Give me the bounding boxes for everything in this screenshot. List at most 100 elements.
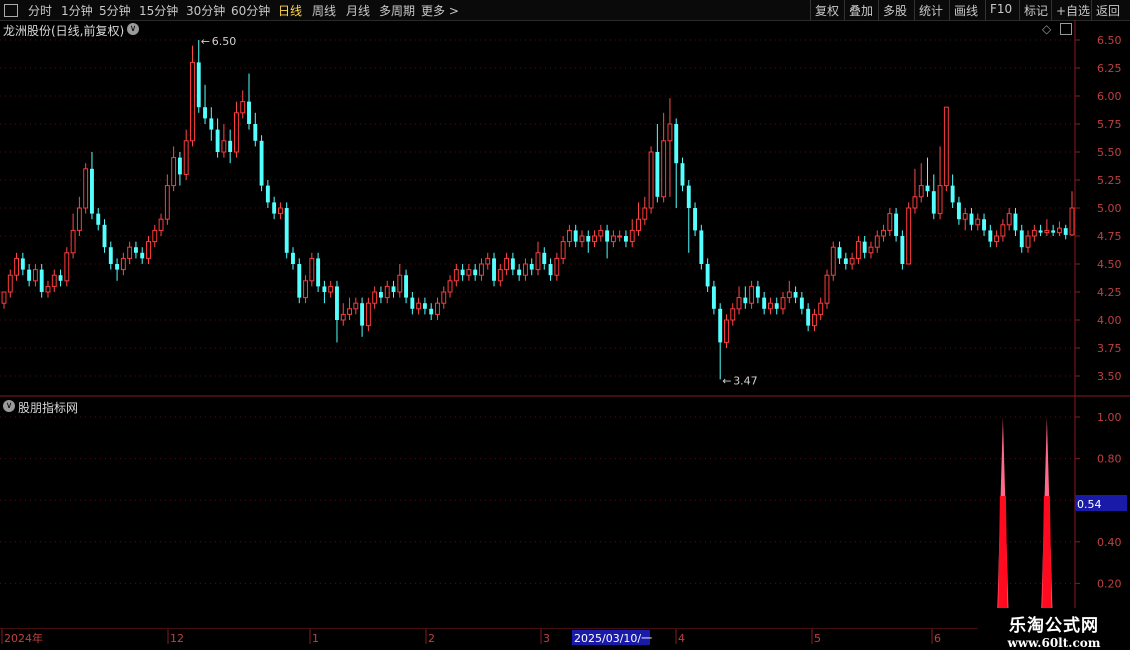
time-axis[interactable]: 2024年 12 1 2 3 4 5 6 2025/03/10/一 <box>0 628 1130 650</box>
candle <box>422 297 427 315</box>
indicator-tick-label: 1.00 <box>1097 411 1122 424</box>
candle <box>610 230 616 248</box>
candle <box>624 230 628 248</box>
toolbar-action-0[interactable]: 复权 <box>815 2 839 19</box>
candle <box>51 269 57 292</box>
period-tab-8[interactable]: 月线 <box>346 2 370 19</box>
candle <box>127 241 133 264</box>
candle <box>7 269 13 298</box>
candle <box>303 275 309 304</box>
candle <box>1013 208 1018 236</box>
candle <box>1 291 7 309</box>
high-label: 6.50 <box>212 35 237 48</box>
candle <box>497 264 503 287</box>
indicator-chart[interactable]: 1.000.800.600.400.20 0.54 <box>0 397 1130 628</box>
toolbar-action-8[interactable]: 返回 <box>1096 2 1120 19</box>
candle <box>1006 208 1012 231</box>
watermark: 乐淘公式网 www.60lt.com <box>978 608 1130 650</box>
candle <box>767 297 773 315</box>
time-label: 12 <box>170 632 184 645</box>
candle <box>460 264 465 281</box>
candle <box>667 98 673 197</box>
candle <box>881 224 886 242</box>
toolbar-separator <box>1091 0 1092 20</box>
candle <box>215 118 220 158</box>
toolbar: 分时 1分钟 5分钟 15分钟 30分钟 60分钟 日线 周线 月线 多周期 更多 > 复权 叠加 多股统… <box>0 0 1130 21</box>
candle <box>209 107 214 141</box>
candle <box>158 213 164 236</box>
candle <box>918 163 924 203</box>
candle <box>1056 221 1062 236</box>
candle <box>982 213 986 236</box>
candle <box>824 269 830 309</box>
toolbar-action-2[interactable]: 多股 <box>883 2 907 19</box>
candle <box>247 73 251 130</box>
candle <box>64 247 70 287</box>
time-label: 3 <box>543 632 550 645</box>
period-tab-7[interactable]: 周线 <box>312 2 336 19</box>
candle <box>316 252 321 292</box>
toolbar-action-6[interactable]: 标记 <box>1024 2 1048 19</box>
candle <box>177 152 182 186</box>
candle <box>284 202 289 259</box>
toolbar-action-4[interactable]: 画线 <box>954 2 978 19</box>
menu-icon[interactable] <box>4 4 18 17</box>
candle <box>629 219 635 248</box>
candle <box>686 180 691 253</box>
period-tab-4[interactable]: 30分钟 <box>186 2 225 19</box>
candle <box>743 286 748 309</box>
candle <box>522 258 528 281</box>
period-tab-1[interactable]: 1分钟 <box>61 2 93 19</box>
toolbar-action-7[interactable]: +自选 <box>1056 2 1090 19</box>
candle <box>711 280 716 315</box>
toolbar-separator <box>914 0 915 20</box>
price-tick-label: 6.50 <box>1097 34 1122 47</box>
candle <box>404 269 409 304</box>
candle <box>146 236 151 264</box>
indicator-value: 0.54 <box>1077 498 1102 511</box>
candle <box>133 241 138 259</box>
candle <box>874 230 880 253</box>
toolbar-action-1[interactable]: 叠加 <box>849 2 873 19</box>
toolbar-action-5[interactable]: F10 <box>990 2 1012 16</box>
period-tab-5[interactable]: 60分钟 <box>231 2 270 19</box>
period-tab-3[interactable]: 15分钟 <box>139 2 178 19</box>
candle <box>661 112 667 203</box>
price-chart[interactable]: 6.50 6.25 6.00 5.75 5.50 5.25 5.00 4.75 4.50 4.25… <box>0 20 1130 397</box>
candle <box>636 202 641 236</box>
candle <box>233 101 239 158</box>
candle <box>806 303 811 332</box>
period-tab-9[interactable]: 多周期 <box>379 2 415 19</box>
candle <box>988 224 993 248</box>
candle <box>108 241 113 270</box>
period-tab-0[interactable]: 分时 <box>28 2 52 19</box>
candle <box>887 208 893 236</box>
candle <box>14 252 20 281</box>
price-tick-label: 5.00 <box>1097 202 1122 215</box>
candle <box>535 241 541 276</box>
price-tick-label: 6.25 <box>1097 62 1122 75</box>
candle <box>45 280 51 298</box>
candle <box>203 84 207 124</box>
candle <box>730 303 736 326</box>
candle <box>378 286 383 304</box>
candle <box>391 280 396 298</box>
candle <box>811 308 817 332</box>
candle <box>962 208 968 231</box>
candle <box>384 280 390 304</box>
candle <box>560 236 566 264</box>
candle <box>164 174 170 225</box>
period-tab-10[interactable]: 更多 > <box>421 2 459 19</box>
candle <box>171 146 177 192</box>
period-tab-6[interactable]: 日线 <box>278 2 302 19</box>
candle <box>1069 191 1075 236</box>
candle <box>642 196 648 225</box>
period-tab-2[interactable]: 5分钟 <box>99 2 131 19</box>
candle <box>655 124 660 203</box>
toolbar-action-3[interactable]: 统计 <box>919 2 943 19</box>
price-tick-label: 5.50 <box>1097 146 1122 159</box>
candle <box>736 286 742 315</box>
candle <box>799 292 804 315</box>
candle <box>566 224 572 248</box>
candle <box>190 45 195 147</box>
